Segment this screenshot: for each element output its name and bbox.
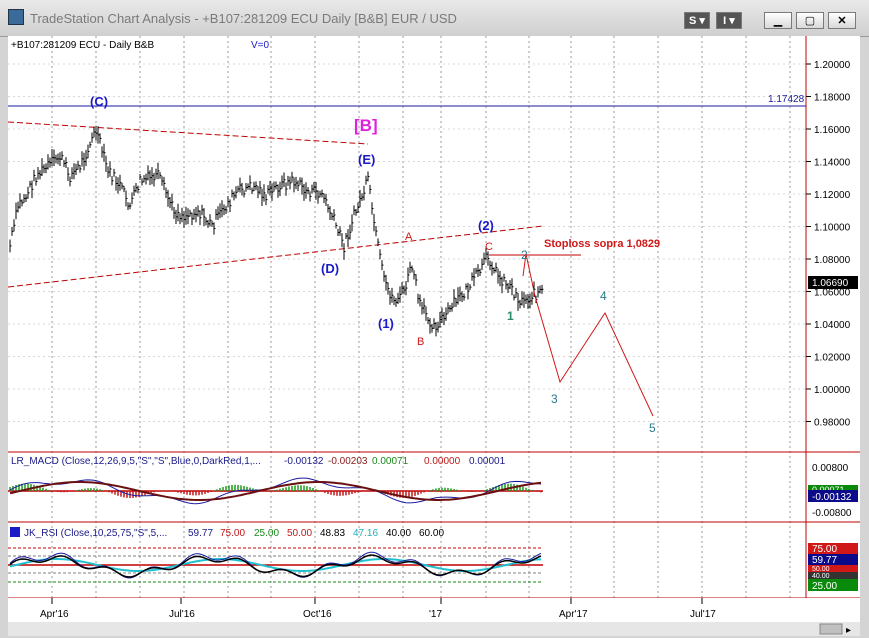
macd-value-3: 0.00071 (372, 456, 409, 467)
wave-label-B: B (417, 336, 424, 348)
macd-value-1: -0.00132 (284, 456, 324, 467)
price-tick-label: 1.12000 (814, 190, 851, 201)
wave-label-3: 3 (551, 392, 558, 406)
price-tick-label: 1.04000 (814, 320, 851, 331)
macd-axis-bottom: -0.00800 (812, 508, 852, 519)
time-tick-label: Oct'16 (303, 609, 332, 620)
macd-value-5: 0.00001 (469, 456, 506, 467)
horizontal-scrollbar[interactable] (8, 622, 860, 636)
s-menu-button[interactable]: S ▾ (684, 12, 710, 29)
wave-label-A: A (405, 231, 413, 243)
price-tick-label: 1.08000 (814, 255, 851, 266)
minimize-button[interactable]: ▁ (764, 12, 792, 29)
scrollbar-thumb[interactable] (819, 623, 843, 635)
last-price-value: 1.06690 (812, 278, 849, 289)
rsi-value-2: 75.00 (220, 528, 245, 539)
title-bar: TradeStation Chart Analysis - +B107:2812… (0, 0, 869, 37)
rsi-value-8: 60.00 (419, 528, 444, 539)
price-tick-label: 0.98000 (814, 418, 851, 429)
wave-label-E: (E) (358, 152, 375, 167)
time-tick-label: Jul'17 (690, 609, 716, 620)
chart-background (8, 36, 860, 636)
wave-label-1-paren: (1) (378, 316, 394, 331)
rsi-value-3: 25.00 (254, 528, 279, 539)
price-tick-label: 1.20000 (814, 60, 851, 71)
time-tick-label: Apr'16 (40, 609, 69, 620)
wave-label-2-paren: (2) (478, 218, 494, 233)
price-tick-label: 1.02000 (814, 353, 851, 364)
i-menu-button[interactable]: I ▾ (716, 12, 742, 29)
wave-label-D: (D) (321, 261, 339, 276)
close-button[interactable]: ✕ (828, 12, 856, 29)
price-tick-label: 1.00000 (814, 385, 851, 396)
horizontal-line-label: 1.17428 (768, 94, 805, 105)
price-tick-label: 1.18000 (814, 93, 851, 104)
rsi-value-5: 48.83 (320, 528, 345, 539)
window-title: TradeStation Chart Analysis - +B107:2812… (30, 11, 457, 26)
wave-label-5: 5 (649, 421, 656, 435)
rsi-value-6: 47.16 (353, 528, 378, 539)
app-icon (8, 9, 24, 25)
wave-label-2: 2 (521, 248, 528, 262)
rsi-value-7: 40.00 (386, 528, 411, 539)
price-tick-label: 1.06000 (814, 288, 851, 299)
rsi-badge-75-text: 75.00 (812, 544, 837, 555)
minimize-icon: ▁ (773, 15, 783, 27)
time-tick-label: Apr'17 (559, 609, 588, 620)
macd-value-4: 0.00000 (424, 456, 461, 467)
close-icon: ✕ (837, 15, 847, 27)
wave-label-B-major: [B] (354, 116, 378, 135)
chart-canvas[interactable]: +B107:281209 ECU - Daily B&B V=0 1.20000… (8, 36, 860, 636)
scroll-right-icon[interactable]: ▸ (846, 625, 851, 636)
price-tick-label: 1.16000 (814, 125, 851, 136)
chart-window[interactable]: +B107:281209 ECU - Daily B&B V=0 1.20000… (8, 36, 860, 636)
time-tick-label: '17 (429, 609, 442, 620)
rsi-value-1: 59.77 (188, 528, 213, 539)
rsi-badge-40-text: 40.00 (812, 573, 830, 580)
rsi-value-4: 50.00 (287, 528, 312, 539)
rsi-panel-icon (10, 527, 20, 537)
time-tick-label: Jul'16 (169, 609, 195, 620)
wave-label-C-major: (C) (90, 94, 108, 109)
macd-axis-top: 0.00800 (812, 463, 849, 474)
macd-badge-blue-text: -0.00132 (812, 492, 852, 503)
restore-button[interactable]: ▢ (796, 12, 824, 29)
wave-label-C: C (485, 241, 493, 253)
macd-label: LR_MACD (Close,12,26,9,5,"S","S",Blue,0,… (11, 456, 261, 467)
symbol-label: +B107:281209 ECU - Daily B&B (11, 40, 154, 51)
rsi-badge-25-text: 25.00 (812, 581, 837, 592)
wave-label-1: 1 (507, 309, 514, 323)
macd-value-2: -0.00203 (328, 456, 368, 467)
rsi-badge-5977-text: 59.77 (812, 555, 837, 566)
rsi-label: JK_RSI (Close,10,25,75,"S",5,... (24, 528, 167, 539)
rsi-badge-50-text: 50.00 (812, 566, 830, 573)
volume-label: V=0 (251, 40, 270, 51)
wave-label-4: 4 (600, 289, 607, 303)
restore-icon: ▢ (804, 15, 816, 27)
price-tick-label: 1.10000 (814, 223, 851, 234)
stoploss-label: Stoploss sopra 1,0829 (544, 238, 660, 250)
price-tick-label: 1.14000 (814, 158, 851, 169)
